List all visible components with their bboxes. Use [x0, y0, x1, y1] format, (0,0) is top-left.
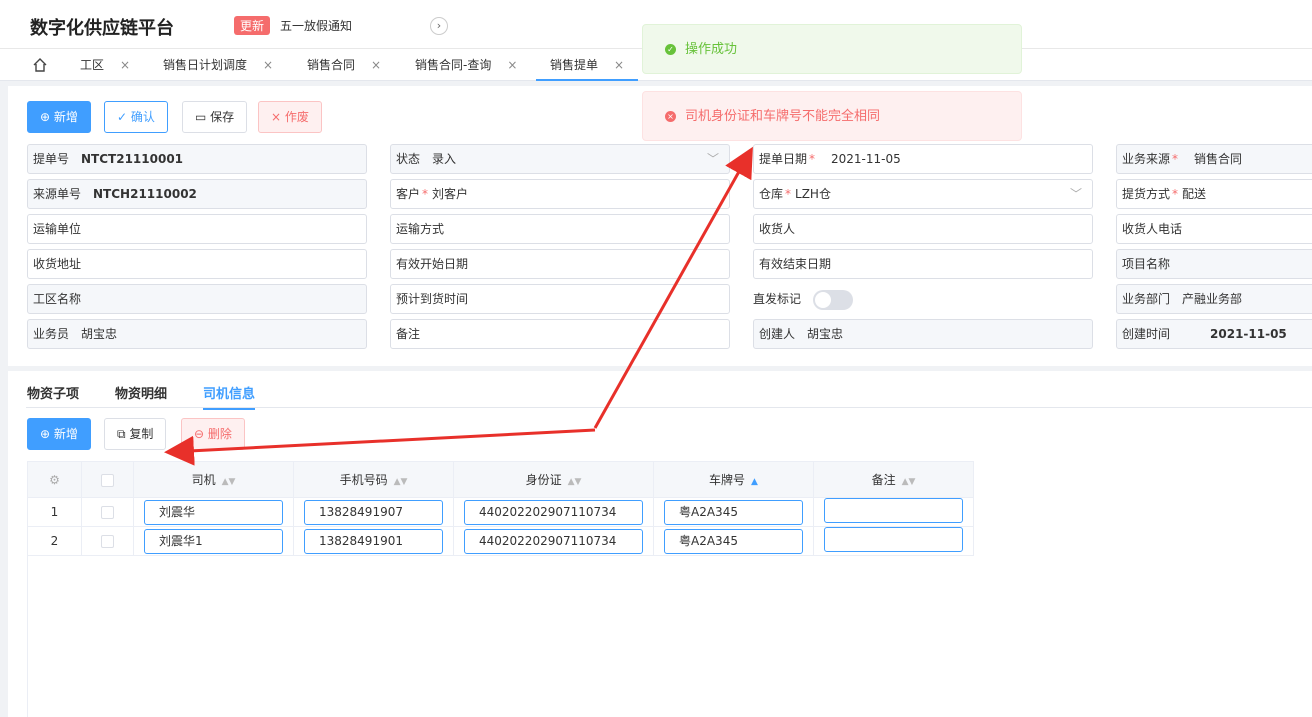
detail-section: 物资子项 物资明细 司机信息 ⊕ 新增 ⧉ 复制 ⊖ 删除 ⚙ 司机 ▲▼ 手机号… [8, 371, 1312, 717]
sort-icon: ▲▼ [567, 477, 582, 487]
home-icon[interactable] [32, 57, 48, 76]
select-all-checkbox[interactable] [81, 461, 134, 498]
remark-input[interactable] [824, 527, 963, 552]
table-row: 1 刘震华 13828491907 440202202907110734 粤A2… [27, 497, 974, 527]
tab-daily-plan[interactable]: 销售日计划调度 × [163, 49, 273, 81]
phone-input[interactable]: 13828491901 [304, 528, 443, 554]
tab-sales-bill[interactable]: 销售提单 × [536, 49, 639, 81]
sort-icon: ▲ [751, 477, 758, 487]
remark-field[interactable]: 备注 [390, 319, 730, 349]
valid-start-field[interactable]: 有效开始日期 [390, 249, 730, 279]
close-icon[interactable]: × [263, 58, 273, 72]
receiver-field[interactable]: 收货人 [753, 214, 1093, 244]
tab-work-area[interactable]: 工区 × [80, 49, 130, 81]
dept-field: 业务部门 产融业务部 [1116, 284, 1312, 314]
remark-input[interactable] [824, 498, 963, 523]
check-circle-icon: ✓ [665, 44, 676, 55]
id-card-input[interactable]: 440202202907110734 [464, 528, 643, 554]
header-driver[interactable]: 司机 ▲▼ [133, 461, 294, 498]
work-area-field: 工区名称 [27, 284, 367, 314]
close-circle-icon: × [665, 111, 676, 122]
sort-icon: ▲▼ [393, 477, 408, 487]
plate-input[interactable]: 粤A2A345 [664, 499, 803, 525]
notice-text[interactable]: 五一放假通知 [280, 17, 352, 34]
header-phone[interactable]: 手机号码 ▲▼ [293, 461, 454, 498]
subtab-material-detail[interactable]: 物资明细 [115, 383, 167, 402]
error-toast: × 司机身份证和车牌号不能完全相同 [642, 91, 1022, 141]
row-checkbox[interactable] [81, 497, 134, 527]
void-button[interactable]: × 作废 [258, 101, 322, 133]
creator-field: 创建人 胡宝忠 [753, 319, 1093, 349]
sort-icon: ▲▼ [221, 477, 236, 487]
bill-date-field[interactable]: 提单日期 * 2021-11-05 [753, 144, 1093, 174]
source-no-field: 来源单号 NTCH21110002 [27, 179, 367, 209]
confirm-button[interactable]: ✓ 确认 [104, 101, 168, 133]
carrier-field[interactable]: 运输单位 [27, 214, 367, 244]
sort-icon: ▲▼ [901, 477, 916, 487]
driver-input[interactable]: 刘震华 [144, 499, 283, 525]
header-remark[interactable]: 备注 ▲▼ [813, 461, 974, 498]
transport-method-field[interactable]: 运输方式 [390, 214, 730, 244]
close-icon[interactable]: × [120, 58, 130, 72]
settings-icon[interactable]: ⚙ [27, 461, 82, 498]
header-plate[interactable]: 车牌号 ▲ [653, 461, 814, 498]
close-icon[interactable]: × [507, 58, 517, 72]
bill-no-field: 提单号 NTCT21110001 [27, 144, 367, 174]
save-button[interactable]: ▭ 保存 [182, 101, 248, 133]
table-border [27, 497, 28, 717]
tab-sales-contract-query[interactable]: 销售合同-查询 × [415, 49, 517, 81]
address-field[interactable]: 收货地址 [27, 249, 367, 279]
divider [26, 407, 1312, 408]
plate-input[interactable]: 粤A2A345 [664, 528, 803, 554]
salesman-field: 业务员 胡宝忠 [27, 319, 367, 349]
phone-input[interactable]: 13828491907 [304, 499, 443, 525]
subtab-material-items[interactable]: 物资子项 [27, 383, 79, 402]
chevron-right-icon[interactable]: › [430, 17, 448, 35]
created-at-field: 创建时间 2021-11-05 [1116, 319, 1312, 349]
delete-button[interactable]: ⊖ 删除 [181, 418, 245, 450]
chevron-down-icon: ﹀ [1069, 187, 1082, 201]
arrival-time-field[interactable]: 预计到货时间 [390, 284, 730, 314]
success-toast: ✓ 操作成功 [642, 24, 1022, 74]
biz-source-field: 业务来源 * 销售合同 [1116, 144, 1312, 174]
receiver-phone-field[interactable]: 收货人电话 [1116, 214, 1312, 244]
id-card-input[interactable]: 440202202907110734 [464, 499, 643, 525]
direct-toggle[interactable] [813, 290, 853, 310]
row-checkbox[interactable] [81, 526, 134, 556]
close-icon[interactable]: × [371, 58, 381, 72]
add-button[interactable]: ⊕ 新增 [27, 101, 91, 133]
header-id-card[interactable]: 身份证 ▲▼ [453, 461, 654, 498]
chevron-down-icon: ﹀ [706, 152, 719, 166]
status-select[interactable]: 状态 录入 ﹀ [390, 144, 730, 174]
direct-label: 直发标记 [753, 292, 802, 306]
table-row: 2 刘震华1 13828491901 440202202907110734 粤A… [27, 526, 974, 556]
update-badge[interactable]: 更新 [234, 16, 271, 35]
warehouse-select[interactable]: 仓库 * LZH仓 ﹀ [753, 179, 1093, 209]
customer-field[interactable]: 客户 * 刘客户 [390, 179, 730, 209]
tab-sales-contract[interactable]: 销售合同 × [307, 49, 381, 81]
close-icon[interactable]: × [614, 58, 624, 72]
driver-table: ⚙ 司机 ▲▼ 手机号码 ▲▼ 身份证 ▲▼ 车牌号 ▲ 备注 ▲▼ 1 刘震华 1382… [27, 461, 974, 556]
pickup-method-field[interactable]: 提货方式 * 配送 [1116, 179, 1312, 209]
project-field: 项目名称 [1116, 249, 1312, 279]
driver-input[interactable]: 刘震华1 [144, 528, 283, 554]
detail-add-button[interactable]: ⊕ 新增 [27, 418, 91, 450]
subtab-driver-info[interactable]: 司机信息 [203, 383, 256, 410]
valid-end-field[interactable]: 有效结束日期 [753, 249, 1093, 279]
copy-button[interactable]: ⧉ 复制 [104, 418, 167, 450]
app-title: 数字化供应链平台 [30, 18, 174, 39]
